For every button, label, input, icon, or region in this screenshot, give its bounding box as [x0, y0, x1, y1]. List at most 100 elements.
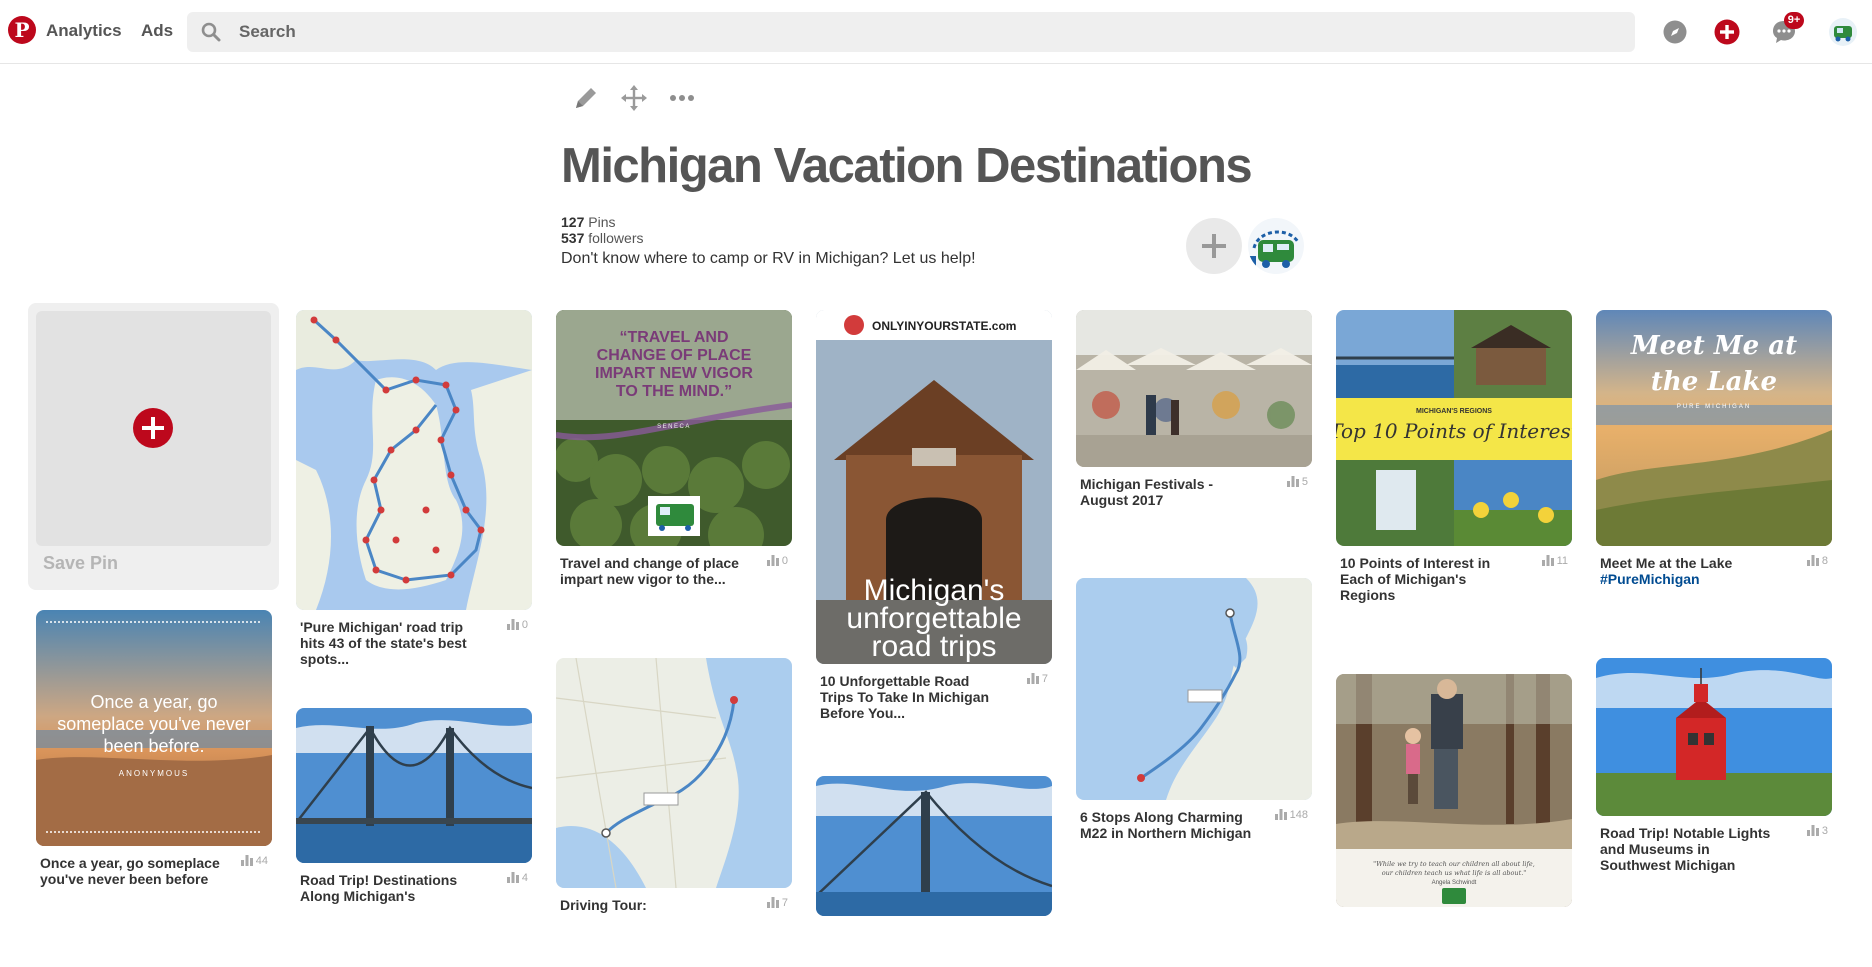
pin-image[interactable]: ONLYINYOURSTATE.com Michigan's unforgett…	[816, 310, 1052, 664]
pin-card[interactable]: Once a year, go someplace you've never b…	[36, 610, 272, 925]
stats-icon	[1541, 555, 1554, 566]
repin-count: 44	[240, 855, 268, 867]
hashtag-link[interactable]: #PureMichigan	[1600, 571, 1700, 587]
pin-card[interactable]: 6 Stops Along Charming M22 in Northern M…	[1076, 578, 1312, 879]
pin-card[interactable]: 'Pure Michigan' road trip hits 43 of the…	[296, 310, 532, 689]
save-pin-card[interactable]: Save Pin	[28, 303, 279, 590]
pin-description[interactable]: 10 Points of Interest in Each of Michiga…	[1340, 555, 1520, 603]
stats-icon	[506, 872, 519, 883]
pin-description[interactable]: 'Pure Michigan' road trip hits 43 of the…	[300, 619, 480, 667]
pin-card[interactable]: "While we try to teach our children all …	[1336, 674, 1572, 907]
pin-image[interactable]: Meet Me at the Lake PURE MICHIGAN	[1596, 310, 1832, 546]
lighthouse-image	[1596, 658, 1832, 816]
pin-image[interactable]: Once a year, go someplace you've never b…	[36, 610, 272, 846]
repin-count: 0	[766, 555, 788, 567]
michigan-road-trip-map	[296, 310, 532, 610]
stats-icon	[1286, 476, 1299, 487]
pin-image[interactable]: "While we try to teach our children all …	[1336, 674, 1572, 907]
stats-icon	[1806, 555, 1819, 566]
festival-image	[1076, 310, 1312, 467]
pin-card[interactable]: ONLYINYOURSTATE.com Michigan's unforgett…	[816, 310, 1052, 743]
quote-line-3: IMPART NEW VIGOR	[595, 365, 753, 382]
repin-count: 11	[1541, 555, 1568, 567]
pin-card[interactable]	[816, 776, 1052, 916]
pin-description[interactable]: Once a year, go someplace you've never b…	[40, 855, 220, 887]
pin-image[interactable]: MICHIGAN'S REGIONS Top 10 Points of Inte…	[1336, 310, 1572, 546]
pin-image[interactable]: “TRAVEL AND CHANGE OF PLACE IMPART NEW V…	[556, 310, 792, 546]
create-pin-icon[interactable]	[1714, 19, 1740, 45]
repin-count: 4	[506, 872, 528, 884]
save-pin-area[interactable]	[36, 311, 271, 546]
pin-description[interactable]: 10 Unforgettable Road Trips To Take In M…	[820, 673, 1000, 721]
pin-image[interactable]	[296, 708, 532, 863]
board-stats: 127 Pins 537 followers	[561, 214, 644, 246]
repin-count: 0	[506, 619, 528, 631]
pin-card[interactable]: Driving Tour: 7	[556, 658, 792, 967]
m22-route-map	[1076, 578, 1312, 800]
edit-icon[interactable]	[570, 82, 602, 114]
search-bar[interactable]	[187, 12, 1635, 52]
add-pin-icon[interactable]	[133, 408, 173, 448]
repin-count: 7	[1026, 673, 1048, 685]
pin-card[interactable]: Meet Me at the Lake PURE MICHIGAN Meet M…	[1596, 310, 1832, 625]
pin-description[interactable]: Michigan Festivals - August 2017	[1080, 476, 1260, 508]
stats-icon	[766, 897, 779, 908]
lake-dune-image: Meet Me at the Lake PURE MICHIGAN	[1596, 310, 1832, 546]
more-icon[interactable]	[666, 82, 698, 114]
pin-card[interactable]: Road Trip! Notable Lights and Museums in…	[1596, 658, 1832, 895]
nav-analytics[interactable]: Analytics	[46, 21, 122, 41]
pin-image[interactable]	[556, 658, 792, 888]
repin-count: 8	[1806, 555, 1828, 567]
image-attribution: ANONYMOUS	[119, 769, 189, 778]
pin-image[interactable]	[1076, 578, 1312, 800]
stats-icon	[240, 855, 253, 866]
pinterest-logo[interactable]: P	[8, 16, 36, 44]
pin-description[interactable]: Road Trip! Notable Lights and Museums in…	[1600, 825, 1780, 873]
pin-image[interactable]	[1596, 658, 1832, 816]
banner-small-text: MICHIGAN'S REGIONS	[1416, 408, 1492, 415]
pin-card[interactable]: “TRAVEL AND CHANGE OF PLACE IMPART NEW V…	[556, 310, 792, 625]
pins-label: Pins	[588, 214, 616, 230]
pin-description[interactable]: 6 Stops Along Charming M22 in Northern M…	[1080, 809, 1260, 841]
pin-card[interactable]: MICHIGAN'S REGIONS Top 10 Points of Inte…	[1336, 310, 1572, 625]
quote-text: "While we try to teach our children all …	[1373, 860, 1535, 868]
pins-count-row[interactable]: 127 Pins	[561, 214, 644, 230]
pin-description[interactable]: Meet Me at the Lake #PureMichigan	[1600, 555, 1780, 587]
forest-quote-image: “TRAVEL AND CHANGE OF PLACE IMPART NEW V…	[556, 310, 792, 546]
points-of-interest-collage: MICHIGAN'S REGIONS Top 10 Points of Inte…	[1336, 310, 1572, 546]
quote-line-4: TO THE MIND.”	[616, 383, 732, 400]
notification-badge: 9+	[1784, 12, 1804, 29]
stats-icon	[1026, 673, 1039, 684]
followers-count: 537	[561, 230, 585, 246]
board-owner-avatar[interactable]	[1248, 218, 1304, 274]
image-overlay-text-1: Once a year, go	[90, 692, 217, 712]
repin-count: 3	[1806, 825, 1828, 837]
image-overlay-text-3: been before.	[103, 736, 204, 756]
pin-image[interactable]	[816, 776, 1052, 916]
add-collaborator-button[interactable]	[1186, 218, 1242, 274]
profile-avatar[interactable]	[1829, 18, 1857, 46]
pin-description[interactable]: Driving Tour:	[560, 897, 740, 913]
quote-line-1: “TRAVEL AND	[619, 329, 728, 346]
mackinac-bridge-image	[296, 708, 532, 863]
save-pin-label: Save Pin	[43, 553, 119, 573]
stats-icon	[506, 619, 519, 630]
nav-ads[interactable]: Ads	[141, 21, 173, 41]
followers-row[interactable]: 537 followers	[561, 230, 644, 246]
quote-line-2: CHANGE OF PLACE	[597, 347, 752, 364]
covered-bridge-image: ONLYINYOURSTATE.com Michigan's unforgett…	[816, 310, 1052, 664]
repin-count: 7	[766, 897, 788, 909]
pin-image[interactable]	[296, 310, 532, 610]
stats-icon	[1806, 825, 1819, 836]
pin-description[interactable]: Travel and change of place impart new vi…	[560, 555, 740, 587]
repin-count: 5	[1286, 476, 1308, 488]
search-input[interactable]	[239, 12, 1619, 52]
move-icon[interactable]	[618, 82, 650, 114]
driving-tour-map	[556, 658, 792, 888]
pin-description[interactable]: Road Trip! Destinations Along Michigan's	[300, 872, 480, 904]
pin-card[interactable]: Michigan Festivals - August 2017 5	[1076, 310, 1312, 546]
quote-author: Angela Schwindt	[1432, 880, 1477, 886]
pin-image[interactable]	[1076, 310, 1312, 467]
compass-icon[interactable]	[1662, 19, 1688, 45]
brand-text: ONLYINYOURSTATE.com	[872, 319, 1016, 333]
